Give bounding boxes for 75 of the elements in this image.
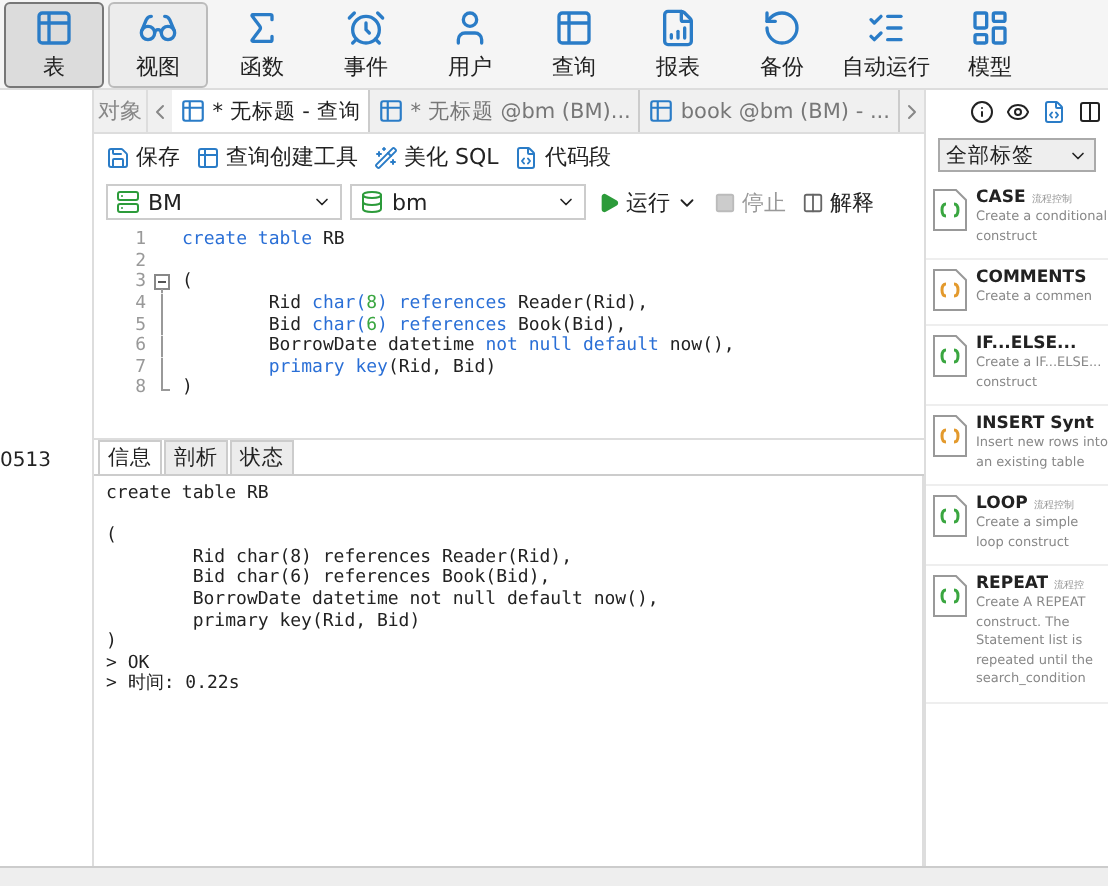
code-line: Bid char(6) references Book(Bid), <box>266 315 627 336</box>
line-number: 8 <box>133 378 148 399</box>
table-icon <box>648 98 675 124</box>
panel-icon[interactable] <box>1078 100 1102 124</box>
toolbar-button[interactable]: 函数 <box>212 2 312 88</box>
toolbar-button[interactable]: 用户 <box>420 2 520 88</box>
code-line: ( <box>180 272 193 293</box>
toolbar-button[interactable]: 报表 <box>628 2 728 88</box>
file-icon <box>933 495 967 537</box>
sidebar-item[interactable]: 0513 <box>0 450 92 472</box>
save-icon <box>106 145 130 169</box>
line-number: 3 <box>133 272 148 293</box>
table-icon <box>196 145 220 169</box>
connection-select[interactable]: BM <box>106 184 342 220</box>
line-number: 4 <box>133 294 148 315</box>
toolbar-button[interactable]: 查询 <box>524 2 624 88</box>
file-icon <box>933 575 967 617</box>
code-line: Rid char(8) references Reader(Rid), <box>266 294 649 315</box>
file-icon <box>933 269 967 311</box>
code-line: create table RB <box>180 230 345 251</box>
wand-icon <box>374 145 398 169</box>
database-select[interactable]: bm <box>350 184 586 220</box>
toolbar-button[interactable]: 保存 <box>106 142 180 172</box>
explain-icon <box>802 191 824 213</box>
fold-icon[interactable] <box>154 272 170 294</box>
toolbar-button[interactable]: 代码段 <box>514 142 611 172</box>
code-line: ) <box>180 378 193 399</box>
result-tab[interactable]: 信息 <box>98 440 162 474</box>
braces-icon[interactable] <box>1042 100 1066 124</box>
play-icon <box>598 191 620 213</box>
toolbar-button[interactable]: 表 <box>4 2 104 88</box>
toolbar-button[interactable]: 自动运行 <box>836 2 936 88</box>
toolbar-button[interactable]: 备份 <box>732 2 832 88</box>
snippet-title: INSERT Synt <box>976 414 1094 434</box>
file-icon <box>933 189 967 231</box>
braces-icon <box>514 145 539 169</box>
stop-icon <box>714 191 736 213</box>
snippet-title: IF...ELSE... <box>976 334 1077 354</box>
snippet-title: COMMENTS <box>976 268 1087 288</box>
eye-icon[interactable] <box>1006 100 1030 124</box>
code-line: primary key(Rid, Bid) <box>266 357 497 378</box>
line-number: 6 <box>133 336 148 357</box>
tag-filter-select[interactable]: 全部标签 <box>938 138 1096 172</box>
code-line: BorrowDate datetime not null default now(), <box>266 336 735 357</box>
table-icon <box>554 8 594 48</box>
snippet-title: REPEAT <box>976 574 1049 594</box>
info-icon[interactable] <box>970 100 994 124</box>
line-number: 5 <box>133 315 148 336</box>
table-icon <box>180 98 207 124</box>
result-tab[interactable]: 状态 <box>230 440 294 474</box>
toolbar-button[interactable]: 美化 SQL <box>374 142 499 172</box>
explain-button[interactable]: 解释 <box>798 187 878 217</box>
result-tab[interactable]: 剖析 <box>164 440 228 474</box>
file-icon <box>933 415 967 457</box>
database-icon <box>360 190 384 214</box>
document-tab[interactable]: * 无标题 - 查询 <box>172 90 371 132</box>
line-number: 7 <box>133 357 148 378</box>
layout-icon <box>970 8 1010 48</box>
toolbar-button[interactable]: 模型 <box>940 2 1040 88</box>
toolbar-button[interactable]: 视图 <box>108 2 208 88</box>
snippet-title: CASE <box>976 188 1026 208</box>
run-button[interactable]: 运行 <box>594 187 702 217</box>
report-icon <box>658 8 698 48</box>
backup-icon <box>762 8 802 48</box>
line-number: 1 <box>133 230 148 251</box>
toolbar-button[interactable]: 查询创建工具 <box>196 142 358 172</box>
file-icon <box>933 335 967 377</box>
line-number: 2 <box>133 251 148 272</box>
table-icon <box>378 98 405 124</box>
server-icon <box>116 190 140 214</box>
alarm-clock-icon <box>346 8 386 48</box>
table-icon <box>34 8 74 48</box>
toolbar-button[interactable]: 事件 <box>316 2 416 88</box>
snippet-title: LOOP <box>976 494 1028 514</box>
output-text: create table RB ( Rid char(8) references Reader(Rid), Bid char(6) references Book(Bid), BorrowDate datetime not null default now(), primary key(Rid, Bid) ) > OK > 时间: 0.22s <box>106 484 659 696</box>
